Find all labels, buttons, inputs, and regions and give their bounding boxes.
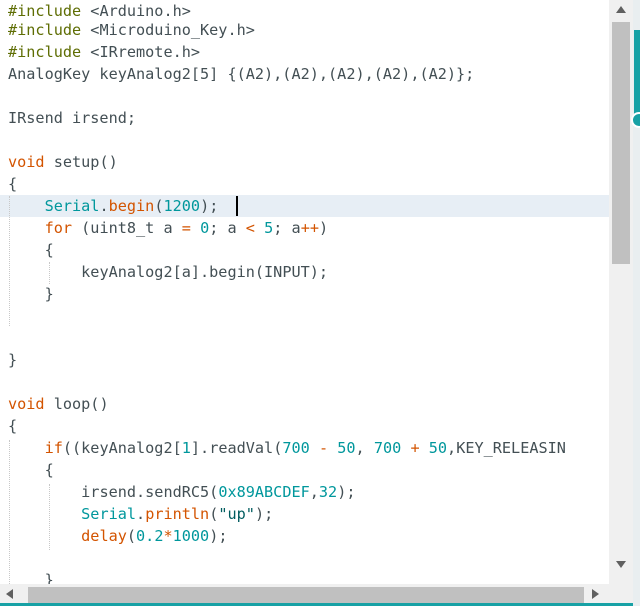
- vertical-scroll-thumb[interactable]: [612, 22, 630, 264]
- code-line: }: [44, 285, 54, 303]
- code-line: delay(0.2*1000);: [81, 527, 228, 545]
- code-line: #include <Microduino_Key.h>: [8, 21, 255, 39]
- code-line: for (uint8_t a = 0; a < 5; a++): [44, 219, 329, 237]
- scroll-down-icon[interactable]: [616, 561, 626, 568]
- code-line: }: [44, 571, 54, 584]
- text-cursor: [236, 196, 238, 216]
- code-line: }: [8, 351, 18, 369]
- scroll-up-icon[interactable]: [616, 6, 626, 13]
- side-panel-scroll-track[interactable]: [634, 30, 640, 120]
- code-line: Serial.println("up");: [81, 505, 274, 523]
- code-line: Serial.begin(1200);: [44, 197, 219, 215]
- code-line: irsend.sendRC5(0x89ABCDEF,32);: [81, 483, 356, 501]
- vertical-scrollbar[interactable]: [609, 0, 633, 584]
- horizontal-scroll-thumb[interactable]: [28, 587, 584, 603]
- scroll-left-icon[interactable]: [6, 589, 13, 599]
- code-line: {: [8, 175, 18, 193]
- code-line: void setup(): [8, 153, 118, 171]
- code-line: {: [44, 461, 54, 479]
- code-line: #include <IRremote.h>: [8, 43, 201, 61]
- code-line: void loop(): [8, 395, 109, 413]
- code-line: AnalogKey keyAnalog2[5] {(A2),(A2),(A2),…: [8, 65, 475, 83]
- code-line: IRsend irsend;: [8, 109, 137, 127]
- code-line: if((keyAnalog2[1].readVal(700 - 50, 700 …: [44, 439, 566, 457]
- code-editor[interactable]: #include <Arduino.h> #include <Microduin…: [0, 0, 609, 584]
- code-line: {: [8, 417, 18, 435]
- side-panel-edge: [631, 0, 640, 606]
- side-panel-scroll-knob[interactable]: [631, 112, 640, 128]
- code-line: {: [44, 241, 54, 259]
- scroll-right-icon[interactable]: [592, 589, 599, 599]
- code-line: keyAnalog2[a].begin(INPUT);: [81, 263, 329, 281]
